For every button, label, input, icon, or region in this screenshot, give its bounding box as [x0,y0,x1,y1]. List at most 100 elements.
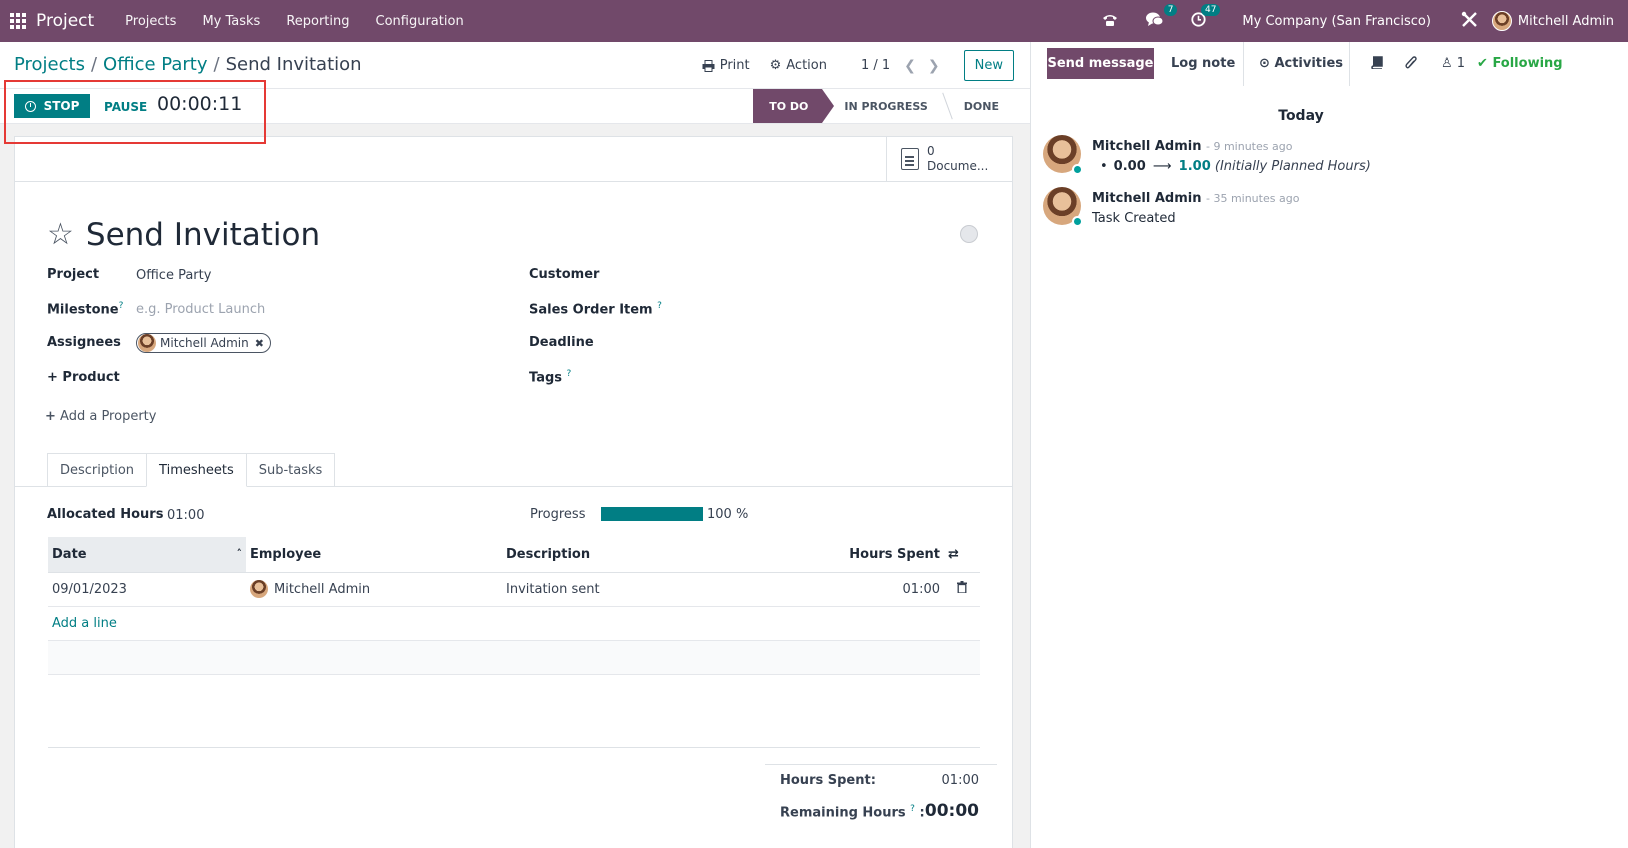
activities-clock-icon[interactable]: 47 [1191,3,1221,31]
user-menu[interactable]: Mitchell Admin [1491,11,1614,31]
author-avatar [1043,187,1083,227]
messages-count-badge: 7 [1163,3,1178,16]
menu-my-tasks[interactable]: My Tasks [202,14,260,29]
message-time: - 9 minutes ago [1205,140,1293,153]
check-icon: ✔ [1477,56,1488,71]
assignee-tag[interactable]: Mitchell Admin ✖ [136,333,271,353]
book-icon[interactable] [1371,56,1383,73]
tab-description[interactable]: Description [47,453,148,487]
tracking-value: • 0.00 ⟶ 1.00 (Initially Planned Hours) [1100,159,1371,174]
app-name[interactable]: Project [36,11,94,31]
customer-label: Customer [529,267,600,282]
timesheet-table: Date ˄ Employee Description Hours Spent ⇄… [48,537,980,675]
project-label: Project [47,267,100,282]
kanban-state-icon[interactable] [960,225,978,243]
user-name: Mitchell Admin [1517,13,1614,29]
breadcrumb-projects[interactable]: Projects [14,54,85,75]
activities-count-badge: 47 [1200,3,1221,16]
form-sheet: 0 Docume... ☆ Send Invitation Project Of… [14,136,1013,848]
allocated-hours-value[interactable]: 01:00 [167,508,204,523]
gear-icon: ⚙ [769,58,782,73]
sort-chevron-up-icon: ˄ [236,546,243,560]
phone-icon[interactable] [1102,12,1118,31]
tab-timesheets[interactable]: Timesheets [146,453,247,487]
sales-order-item-label: Sales Order Item ? [529,301,662,318]
date-separator: Today [1278,108,1324,124]
printer-icon [702,59,715,72]
task-title[interactable]: Send Invitation [86,217,320,253]
column-date[interactable]: Date ˄ [48,537,246,573]
deadline-label: Deadline [529,335,594,350]
column-description[interactable]: Description [502,537,802,573]
trash-icon[interactable] [944,572,980,607]
pager-previous-icon[interactable]: ❮ [904,58,916,74]
action-button[interactable]: ⚙ Action [770,58,827,73]
stage-done[interactable]: DONE [942,89,1013,123]
employee-avatar [250,580,268,598]
menu-reporting[interactable]: Reporting [286,14,349,29]
stage-to-do[interactable]: TO DO [753,89,835,123]
milestone-field[interactable]: e.g. Product Launch [136,302,265,317]
apps-menu-icon[interactable] [0,0,36,42]
row-description[interactable]: Invitation sent [502,572,802,607]
documents-smart-button[interactable]: 0 Docume... [886,137,1012,181]
chatter-topbar: Send message Log note ⊙ Activities ♙ 1 ✔… [1031,42,1628,86]
new-button[interactable]: New [963,50,1014,81]
row-employee[interactable]: Mitchell Admin [246,572,502,607]
assignees-label: Assignees [47,335,121,350]
row-hours[interactable]: 01:00 [802,572,944,607]
column-hours-spent[interactable]: Hours Spent [802,537,944,573]
tags-label: Tags ? [529,369,572,386]
followers-button[interactable]: ♙ 1 [1441,56,1465,71]
assignee-name: Mitchell Admin [160,336,249,350]
hours-spent-total-value: 01:00 [941,773,979,788]
table-header: Date ˄ Employee Description Hours Spent ⇄ [48,537,980,573]
print-label: Print [719,58,750,73]
following-button[interactable]: ✔ Following [1477,56,1563,71]
messages-icon[interactable]: 7 [1146,3,1178,31]
optional-columns-icon[interactable]: ⇄ [944,537,980,573]
menu-projects[interactable]: Projects [125,14,176,29]
allocated-hours-label: Allocated Hours [47,507,164,522]
help-icon[interactable]: ? [657,301,662,311]
followers-count: 1 [1456,56,1466,71]
progress-bar [601,507,703,521]
add-a-line-link[interactable]: Add a line [52,616,117,631]
title-row: ☆ Send Invitation [47,217,320,253]
tab-sub-tasks[interactable]: Sub-tasks [245,453,336,487]
author-avatar [1043,135,1083,175]
help-icon[interactable]: ? [567,369,572,379]
clock-icon: ⊙ [1259,56,1270,71]
paperclip-icon[interactable] [1405,56,1417,75]
progress-value: 100 % [707,507,749,522]
form-view: Projects / Office Party / Send Invitation Pr… [0,42,1030,848]
documents-count: 0 [927,144,935,158]
activities-button[interactable]: ⊙ Activities [1259,56,1343,71]
stage-in-progress[interactable]: IN PROGRESS [822,89,941,123]
message-author[interactable]: Mitchell Admin - 9 minutes ago [1092,139,1292,154]
action-label: Action [786,58,827,73]
debug-tools-icon[interactable] [1461,11,1478,32]
notebook-tabs: Description Timesheets Sub-tasks [47,453,336,487]
message-author[interactable]: Mitchell Admin - 35 minutes ago [1092,191,1299,206]
documents-label: Docume... [927,159,989,173]
priority-star-icon[interactable]: ☆ [47,220,74,250]
project-field[interactable]: Office Party [136,268,211,283]
menu-configuration[interactable]: Configuration [376,14,464,29]
add-property-button[interactable]: + Add a Property [45,409,156,424]
row-date[interactable]: 09/01/2023 [48,572,246,607]
milestone-label: Milestone? [47,301,124,318]
send-message-button[interactable]: Send message [1047,48,1154,79]
breadcrumb-project[interactable]: Office Party [103,54,207,75]
log-note-button[interactable]: Log note [1171,56,1235,71]
column-employee[interactable]: Employee [246,537,502,573]
remove-tag-icon[interactable]: ✖ [255,337,264,350]
top-navbar: Project Projects My Tasks Reporting Conf… [0,0,1628,42]
table-row[interactable]: 09/01/2023 Mitchell Admin Invitation sen… [48,572,980,607]
pager-value[interactable]: 1 / 1 [861,58,890,73]
help-icon[interactable]: ? [119,301,124,311]
print-button[interactable]: Print [702,58,750,73]
add-product-label[interactable]: + Product [47,370,120,385]
pager-next-icon[interactable]: ❯ [928,58,940,74]
company-switcher[interactable]: My Company (San Francisco) [1242,14,1430,29]
